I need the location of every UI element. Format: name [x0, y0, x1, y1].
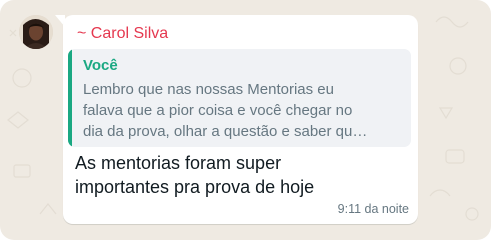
message-bubble[interactable]: ~ Carol Silva Você Lembro que nas nossas… — [63, 15, 418, 224]
chat-area: ~ Carol Silva Você Lembro que nas nossas… — [0, 0, 491, 240]
message-text-line: importantes pra prova de hoje — [75, 177, 315, 197]
quoted-text-line: dia da prova, olhar a questão e saber qu… — [83, 123, 368, 140]
quoted-text-line: Lembro que nas nossas Mentorias eu — [83, 81, 334, 98]
quoted-author: Você — [83, 57, 118, 74]
quoted-message[interactable]: Você Lembro que nas nossas Mentorias eu … — [68, 49, 411, 147]
quote-accent-bar — [68, 49, 72, 147]
sender-name[interactable]: ~ Carol Silva — [77, 24, 168, 44]
sender-avatar[interactable] — [19, 15, 53, 49]
quoted-text: Lembro que nas nossas Mentorias eu falav… — [83, 79, 403, 142]
message-text-line: As mentorias foram super — [75, 153, 282, 173]
avatar-photo-icon — [19, 15, 53, 49]
quoted-text-line: falava que a pior coisa e você chegar no — [83, 102, 353, 119]
message-text: As mentorias foram super importantes pra… — [75, 151, 410, 199]
message-timestamp: 9:11 da noite — [337, 202, 409, 216]
